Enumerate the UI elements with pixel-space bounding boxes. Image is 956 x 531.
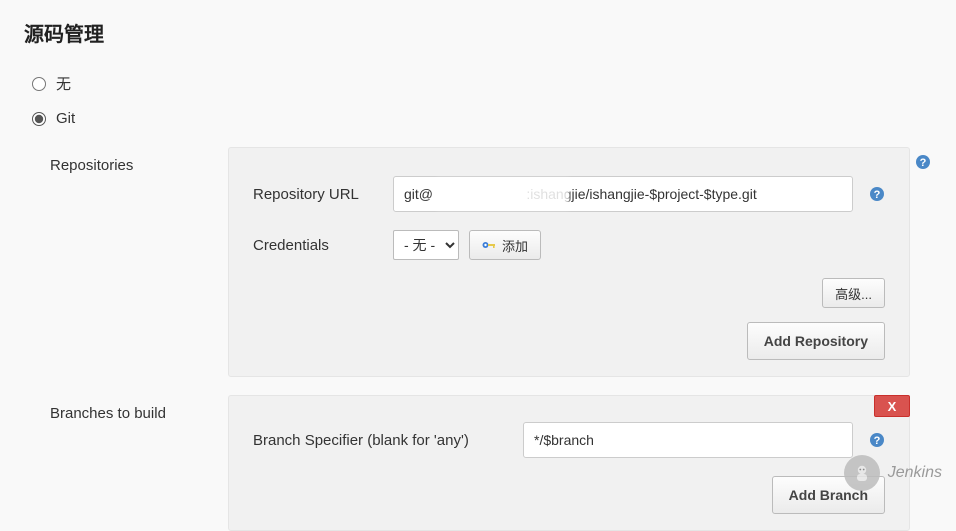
credentials-row: Credentials - 无 - 添加 xyxy=(253,230,885,260)
add-repository-label: Add Repository xyxy=(764,333,868,349)
add-repository-button[interactable]: Add Repository xyxy=(747,322,885,360)
repo-url-row: Repository URL ? xyxy=(253,176,885,212)
repo-url-input[interactable] xyxy=(393,176,853,212)
repositories-block: Repositories ? Repository URL ? Cr xyxy=(24,147,932,377)
advanced-button-label: 高级... xyxy=(835,284,872,303)
help-icon[interactable]: ? xyxy=(915,154,931,170)
scm-radio-none[interactable] xyxy=(32,77,46,91)
branch-specifier-label: Branch Specifier (blank for 'any') xyxy=(253,432,523,449)
scm-section-title: 源码管理 xyxy=(24,18,932,47)
scm-git-label: Git xyxy=(56,110,75,127)
help-icon[interactable]: ? xyxy=(869,186,885,202)
key-icon xyxy=(482,240,496,250)
branch-specifier-input[interactable] xyxy=(523,422,853,458)
add-credentials-label: 添加 xyxy=(502,236,528,255)
jenkins-watermark-text: Jenkins xyxy=(888,464,942,482)
scm-radio-git[interactable] xyxy=(32,112,46,126)
svg-text:?: ? xyxy=(920,157,927,169)
credentials-select[interactable]: - 无 - xyxy=(393,230,459,260)
repositories-panel: ? Repository URL ? Credentials xyxy=(228,147,910,377)
scm-option-none[interactable]: 无 xyxy=(24,65,932,102)
jenkins-logo-icon xyxy=(844,455,880,491)
help-icon[interactable]: ? xyxy=(869,432,885,448)
svg-text:?: ? xyxy=(874,435,881,447)
jenkins-watermark: Jenkins xyxy=(844,455,942,491)
branch-specifier-row: Branch Specifier (blank for 'any') ? xyxy=(253,422,885,458)
advanced-button[interactable]: 高级... xyxy=(822,278,885,308)
scm-option-git[interactable]: Git xyxy=(24,102,932,135)
repositories-block-label: Repositories xyxy=(50,147,228,377)
add-credentials-button[interactable]: 添加 xyxy=(469,230,541,260)
delete-branch-label: X xyxy=(888,399,897,414)
delete-branch-button[interactable]: X xyxy=(874,395,910,417)
credentials-label: Credentials xyxy=(253,237,393,254)
svg-text:?: ? xyxy=(874,189,881,201)
scm-none-label: 无 xyxy=(56,73,71,94)
repo-url-label: Repository URL xyxy=(253,186,393,203)
